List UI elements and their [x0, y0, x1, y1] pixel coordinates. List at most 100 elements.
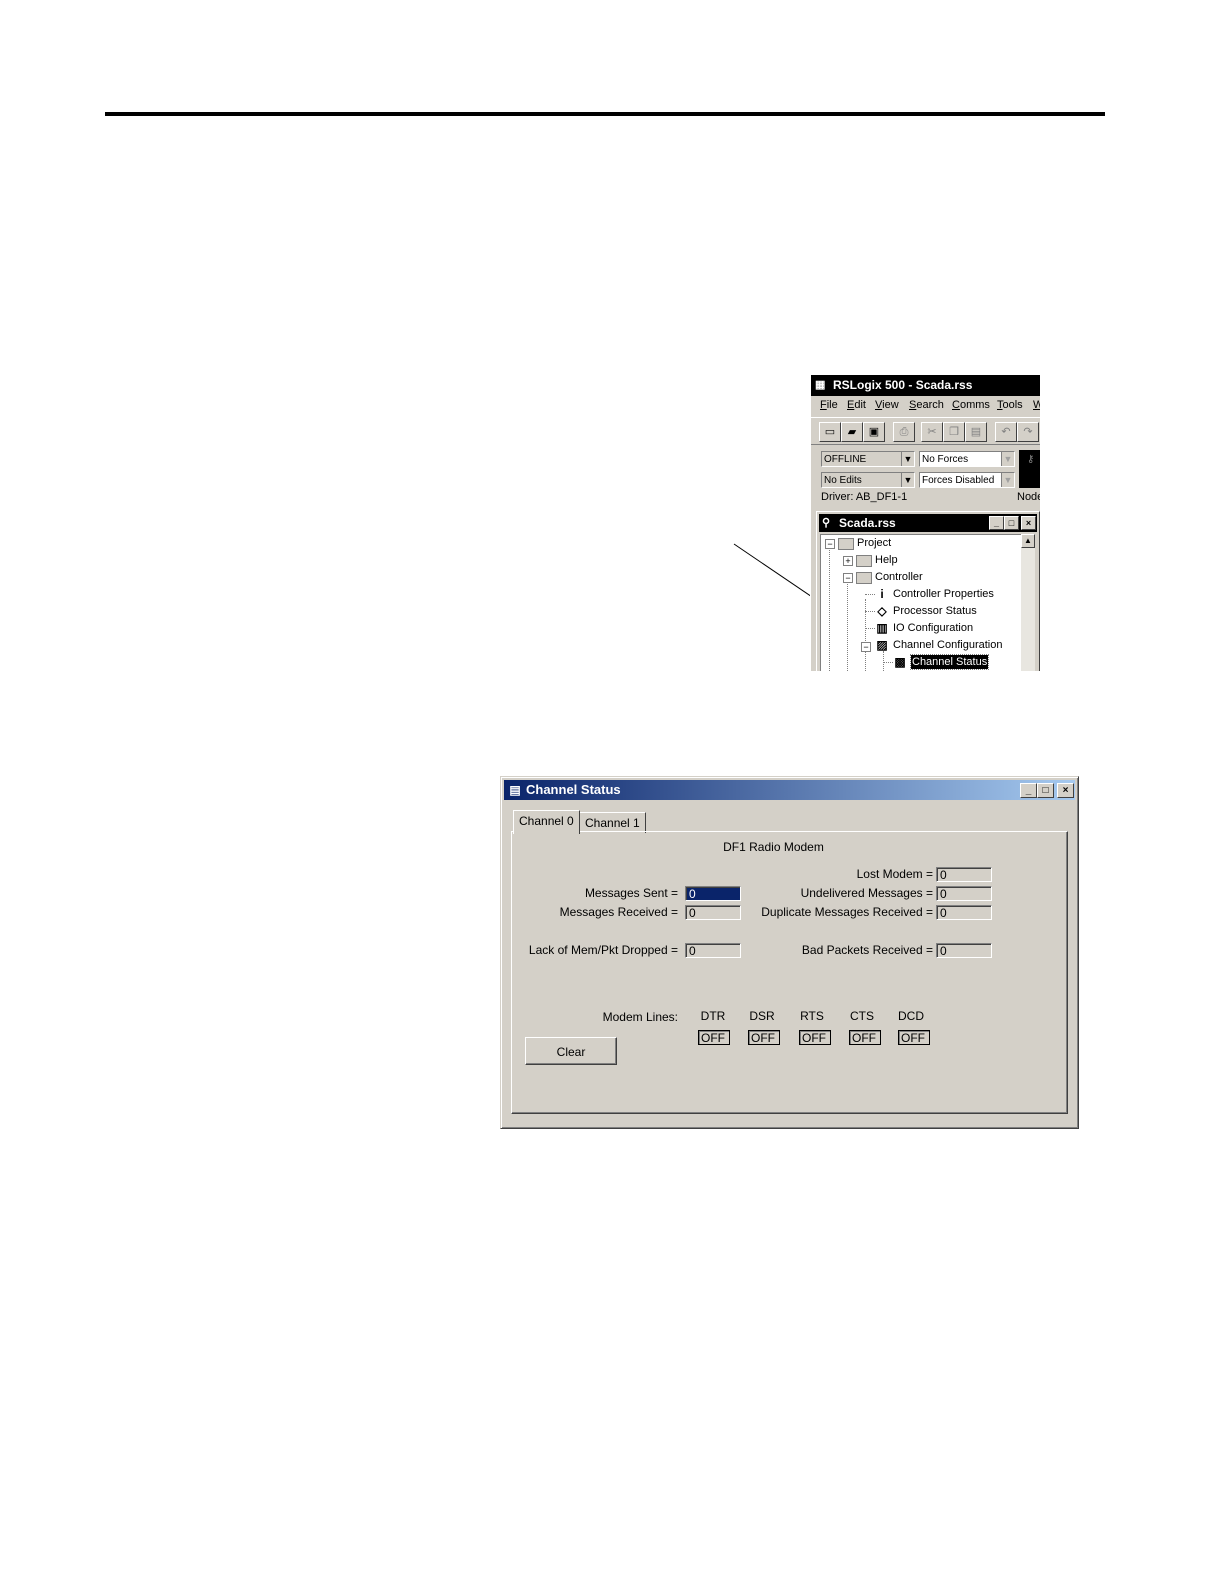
duplicate-messages-field: 0 — [936, 905, 992, 920]
tree-help[interactable]: Help — [875, 553, 898, 567]
close-icon[interactable]: × — [1021, 516, 1036, 530]
tree-channel-configuration[interactable]: Channel Configuration — [893, 638, 1002, 652]
menu-edit[interactable]: Edit — [847, 399, 866, 411]
node-label: Node — [1017, 491, 1040, 503]
channel-status-icon: ▩ — [894, 655, 906, 669]
maximize-icon[interactable]: □ — [1004, 516, 1019, 530]
rslogix-toolbar: ▭ ▰ ▣ ⎙ ✂ ❐ ▤ ↶ ↷ — [811, 417, 1040, 445]
menu-window[interactable]: W — [1033, 399, 1040, 411]
project-title: Scada.rss — [839, 516, 896, 530]
collapse-controller-icon[interactable]: − — [843, 573, 853, 583]
processor-status-graphic: ⚷ — [1019, 450, 1040, 488]
bad-packets-label: Bad Packets Received = — [801, 943, 933, 957]
tab-channel-0[interactable]: Channel 0 — [513, 810, 580, 834]
forces-combo-value: No Forces — [922, 454, 969, 465]
channel-status-dialog: ▤ Channel Status _ □ × Channel 0 Channel… — [500, 776, 1079, 1129]
tab-channel-1[interactable]: Channel 1 — [579, 812, 646, 833]
redo-icon[interactable]: ↷ — [1017, 422, 1039, 442]
folder-icon — [856, 555, 872, 567]
messages-sent-field: 0 — [685, 886, 741, 901]
channel-status-window-icon: ▤ — [509, 783, 521, 797]
forces-enabled-dropdown-icon[interactable]: ▼ — [1001, 473, 1014, 487]
edits-combo-value: No Edits — [824, 475, 862, 486]
tree-channel-status[interactable]: Channel Status — [909, 654, 990, 670]
collapse-project-icon[interactable]: − — [825, 539, 835, 549]
paste-icon[interactable]: ▤ — [965, 422, 987, 442]
info-icon: i — [880, 587, 884, 601]
scroll-up-icon[interactable]: ▲ — [1021, 534, 1035, 548]
lost-modem-label: Lost Modem = — [856, 867, 933, 881]
edits-combo[interactable]: No Edits ▼ — [821, 472, 915, 488]
driver-label: Driver: AB_DF1-1 — [821, 491, 908, 503]
close-icon[interactable]: × — [1057, 783, 1074, 798]
rslogix-menu-bar: File Edit View Search Comms Tools W — [811, 396, 1040, 416]
rslogix-window: ▦ RSLogix 500 - Scada.rss File Edit View… — [810, 375, 1040, 671]
project-tree: − Project + Help − Controller i Controll… — [820, 534, 1022, 671]
key-icon: ⚷ — [1027, 454, 1035, 465]
mode-title: DF1 Radio Modem — [723, 840, 824, 854]
tree-processor-status[interactable]: Processor Status — [893, 604, 977, 618]
modem-line-rts-label: RTS — [800, 1009, 824, 1023]
menu-comms[interactable]: Comms — [952, 399, 990, 411]
modem-line-dtr-label: DTR — [700, 1009, 726, 1023]
forces-enabled-value: Forces Disabled — [922, 475, 995, 486]
menu-search[interactable]: Search — [909, 399, 944, 411]
undelivered-messages-field: 0 — [936, 886, 992, 901]
save-icon[interactable]: ▣ — [863, 422, 885, 442]
rslogix-title: RSLogix 500 - Scada.rss — [833, 378, 973, 392]
project-title-bar: ⚲ Scada.rss _ □ × — [819, 514, 1037, 532]
modem-lines-label: Modem Lines: — [602, 1010, 678, 1024]
forces-dropdown-icon[interactable]: ▼ — [1001, 452, 1014, 466]
tree-controller[interactable]: Controller — [875, 570, 923, 584]
menu-file[interactable]: File — [820, 399, 838, 411]
tree-project[interactable]: Project — [857, 536, 891, 550]
forces-enabled-combo[interactable]: Forces Disabled ▼ — [919, 472, 1015, 488]
tree-scrollbar[interactable]: ▲ — [1021, 534, 1035, 671]
open-folder-icon[interactable]: ▰ — [841, 422, 863, 442]
project-icon: ⚲ — [822, 517, 831, 529]
modem-line-dcd-state: OFF — [898, 1030, 930, 1045]
messages-received-field: 0 — [685, 905, 741, 920]
project-window: ⚲ Scada.rss _ □ × − Project + Help − Con… — [816, 511, 1040, 671]
duplicate-messages-label: Duplicate Messages Received = — [761, 905, 933, 919]
channel-status-title-bar: ▤ Channel Status _ □ × — [504, 780, 1075, 800]
collapse-channel-config-icon[interactable]: − — [861, 642, 871, 652]
folder-icon — [856, 572, 872, 584]
expand-help-icon[interactable]: + — [843, 556, 853, 566]
rslogix-title-bar: ▦ RSLogix 500 - Scada.rss — [811, 375, 1040, 396]
forces-combo[interactable]: No Forces ▼ — [919, 451, 1015, 467]
tree-io-configuration[interactable]: IO Configuration — [893, 621, 973, 635]
undelivered-messages-label: Undelivered Messages = — [800, 886, 933, 900]
menu-view[interactable]: View — [875, 399, 899, 411]
folder-icon — [838, 538, 854, 550]
clear-button-label: Clear — [556, 1045, 586, 1059]
modem-line-dcd-label: DCD — [898, 1009, 924, 1023]
mode-dropdown-icon[interactable]: ▼ — [901, 452, 914, 466]
tree-controller-properties[interactable]: Controller Properties — [893, 587, 994, 601]
modem-line-cts-label: CTS — [850, 1009, 874, 1023]
bad-packets-field: 0 — [936, 943, 992, 958]
modem-line-dsr-state: OFF — [748, 1030, 780, 1045]
minimize-icon[interactable]: _ — [1020, 783, 1037, 798]
mode-combo-value: OFFLINE — [824, 454, 867, 465]
edits-dropdown-icon[interactable]: ▼ — [901, 473, 914, 487]
mode-combo[interactable]: OFFLINE ▼ — [821, 451, 915, 467]
modem-line-cts-state: OFF — [849, 1030, 881, 1045]
channel-configuration-icon: ▨ — [876, 638, 888, 652]
callout-arrow — [733, 543, 906, 661]
cut-icon[interactable]: ✂ — [921, 422, 943, 442]
lack-of-mem-field: 0 — [685, 943, 741, 958]
messages-received-label: Messages Received = — [559, 905, 678, 919]
messages-sent-label: Messages Sent = — [584, 886, 678, 900]
lack-of-mem-label: Lack of Mem/Pkt Dropped = — [528, 943, 678, 957]
menu-tools[interactable]: Tools — [997, 399, 1023, 411]
print-icon[interactable]: ⎙ — [893, 422, 915, 442]
maximize-icon[interactable]: □ — [1037, 783, 1054, 798]
modem-line-dtr-state: OFF — [698, 1030, 730, 1045]
copy-icon[interactable]: ❐ — [943, 422, 965, 442]
minimize-icon[interactable]: _ — [989, 516, 1004, 530]
undo-icon[interactable]: ↶ — [995, 422, 1017, 442]
clear-button[interactable]: Clear — [525, 1037, 617, 1065]
new-file-icon[interactable]: ▭ — [819, 422, 841, 442]
channel-status-title: Channel Status — [526, 782, 621, 797]
